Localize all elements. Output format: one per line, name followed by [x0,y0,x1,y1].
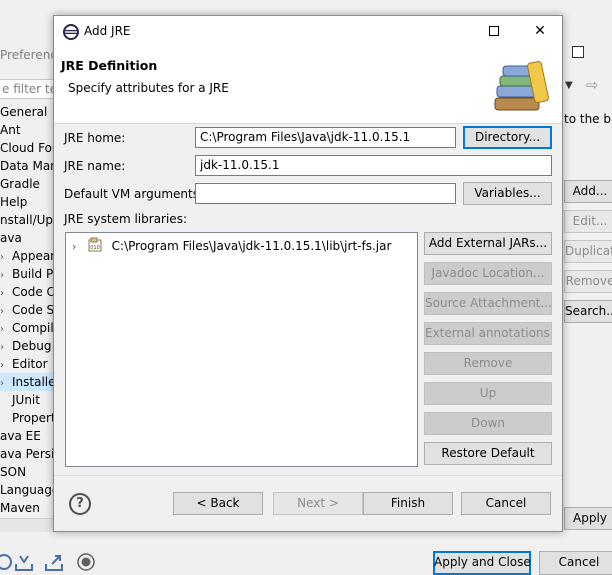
expand-chevron-icon[interactable]: › [0,339,12,355]
import-icon[interactable] [14,552,34,572]
preferences-tree-item-label: Code St [12,303,59,317]
view-menu-chevron-icon[interactable]: ▼ [565,80,573,91]
export-icon[interactable] [44,552,64,572]
preferences-apply-button[interactable]: Apply [564,507,612,530]
add-jre-dialog: Add JRE ✕ JRE Definition Specify attribu… [53,15,563,532]
preferences-tree-item-label: ava [0,231,22,245]
preferences-tree-item-label: Language [0,483,60,497]
preferences-tree-item-label: Ant [0,123,21,137]
preferences-tree-item-label: Gradle [0,177,40,191]
move-down-button[interactable]: Down [424,412,552,435]
jre-name-input[interactable]: jdk-11.0.15.1 [195,155,552,176]
external-annotations-button[interactable]: External annotations... [424,322,552,345]
preferences-cancel-button[interactable]: Cancel [539,551,612,575]
dialog-title: Add JRE [84,24,131,38]
directory-button[interactable]: Directory... [463,126,552,149]
move-up-button[interactable]: Up [424,382,552,405]
expand-chevron-icon[interactable]: › [0,285,12,301]
variables-button[interactable]: Variables... [463,182,552,205]
header-title: JRE Definition [61,58,158,73]
preferences-tree-item-label: SON [0,465,27,479]
jar-file-icon: 010 [88,237,102,252]
preferences-tree-item-label: ava EE [0,429,41,443]
preferences-description-text: to the bu [564,112,612,126]
dialog-header: JRE Definition Specify attributes for a … [54,47,562,124]
installed-jres-add-button[interactable]: Add... [564,180,612,203]
preferences-tree-item-label: Editor [12,357,48,371]
add-external-jars-button[interactable]: Add External JARs... [424,232,552,255]
preferences-tree-item-label: General [0,105,48,119]
record-icon[interactable] [76,552,96,572]
preferences-maximize-icon[interactable] [572,46,584,58]
expand-chevron-icon[interactable]: › [0,357,12,373]
remove-library-button[interactable]: Remove [424,352,552,375]
preferences-tree-item-label: Code C [12,285,55,299]
library-entry[interactable]: › 010 C:\Program Files\Java\jdk-11.0.15.… [72,237,391,255]
preferences-tree-item-label: Help [0,195,28,209]
dialog-titlebar: Add JRE ✕ [54,16,562,47]
system-libraries-label: JRE system libraries: [64,212,187,226]
preferences-tree-item-label: Properti [12,411,60,425]
finish-button[interactable]: Finish [363,492,453,515]
expand-chevron-icon[interactable]: › [0,303,12,319]
restore-default-button[interactable]: Restore Default [424,442,552,465]
maximize-window-button[interactable] [471,16,517,47]
installed-jres-edit-button[interactable]: Edit... [564,210,612,233]
jre-home-label: JRE home: [64,131,126,145]
source-attachment-button[interactable]: Source Attachment... [424,292,552,315]
vm-arguments-input[interactable] [195,183,456,204]
svg-text:010: 010 [90,245,100,251]
expand-chevron-icon[interactable]: › [0,375,12,391]
back-button[interactable]: < Back [173,492,263,515]
forward-arrow-icon[interactable]: ⇨ [586,76,599,94]
preferences-tree-item-label: JUnit [12,393,40,407]
expand-chevron-icon[interactable]: › [0,249,12,265]
jre-home-input[interactable]: C:\Program Files\Java\jdk-11.0.15.1 [195,127,456,148]
jre-name-label: JRE name: [64,159,126,173]
vm-arguments-label: Default VM arguments: [64,187,204,201]
preferences-tree-item-label: Maven [0,501,40,515]
javadoc-location-button[interactable]: Javadoc Location... [424,262,552,285]
eclipse-app-icon [63,24,79,40]
installed-jres-duplicate-button[interactable]: Duplicate [564,240,612,263]
header-subtitle: Specify attributes for a JRE [68,81,229,95]
preferences-filter-input[interactable]: e filter text [0,79,60,99]
preferences-tree-item-label: Debug [12,339,52,353]
cancel-button[interactable]: Cancel [461,492,551,515]
expand-chevron-icon[interactable]: › [0,321,12,337]
installed-jres-search-button[interactable]: Search... [564,300,612,323]
help-icon[interactable]: ? [69,493,91,515]
library-entry-path: C:\Program Files\Java\jdk-11.0.15.1\lib\… [111,239,392,253]
expand-chevron-icon[interactable]: › [0,267,12,283]
close-icon: ✕ [534,23,546,39]
installed-jres-remove-button[interactable]: Remove [564,270,612,293]
restore-defaults-icon[interactable] [0,552,14,572]
library-books-icon [494,61,549,111]
system-libraries-tree[interactable]: › 010 C:\Program Files\Java\jdk-11.0.15.… [65,232,418,467]
expand-chevron-icon[interactable]: › [72,238,84,256]
close-window-button[interactable]: ✕ [517,16,563,47]
maximize-icon [489,26,499,36]
apply-and-close-button[interactable]: Apply and Close [433,551,531,575]
next-button[interactable]: Next > [273,492,363,515]
footer-separator [54,475,562,476]
preferences-tree-item-label: nstall/Upd [0,213,61,227]
